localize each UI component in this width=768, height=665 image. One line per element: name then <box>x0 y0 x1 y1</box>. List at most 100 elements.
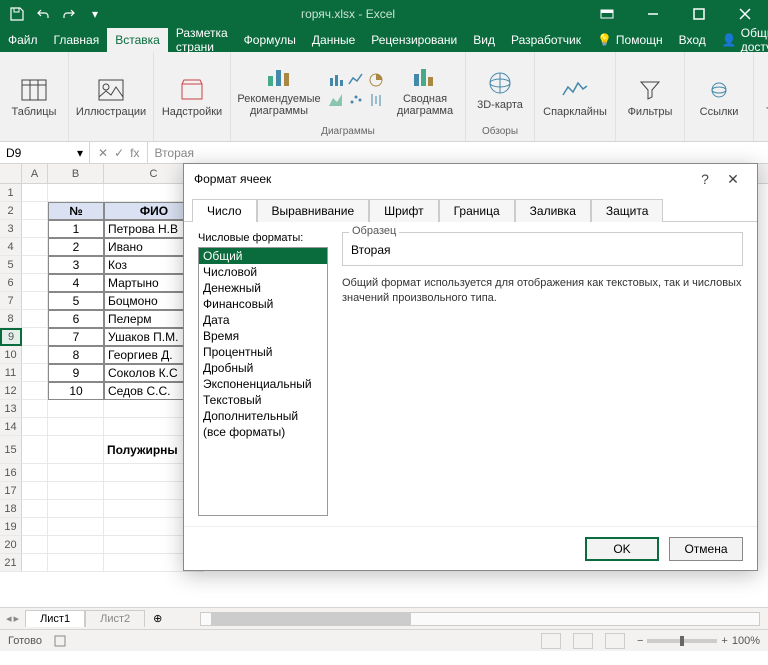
close-icon[interactable] <box>722 0 768 28</box>
cell[interactable] <box>104 554 204 572</box>
cell[interactable] <box>48 518 104 536</box>
row-header[interactable]: 7 <box>0 292 22 310</box>
cell[interactable]: № <box>48 202 104 220</box>
cell[interactable] <box>48 436 104 464</box>
cell[interactable] <box>22 238 48 256</box>
qat-customize-icon[interactable]: ▾ <box>84 3 106 25</box>
col-header-a[interactable]: A <box>22 164 48 183</box>
cell[interactable]: Соколов К.С <box>104 364 204 382</box>
row-header[interactable]: 20 <box>0 536 22 554</box>
name-box[interactable]: D9▾ <box>0 142 90 163</box>
tab-insert[interactable]: Вставка <box>107 28 168 52</box>
cell[interactable]: Ушаков П.М. <box>104 328 204 346</box>
maximize-icon[interactable] <box>676 0 722 28</box>
cell[interactable] <box>22 500 48 518</box>
stock-chart-icon[interactable] <box>367 91 385 109</box>
row-header[interactable]: 18 <box>0 500 22 518</box>
row-header[interactable]: 14 <box>0 418 22 436</box>
undo-icon[interactable] <box>32 3 54 25</box>
cell[interactable] <box>22 220 48 238</box>
filters-button[interactable]: Фильтры <box>622 76 678 118</box>
horizontal-scrollbar[interactable] <box>200 612 760 626</box>
cell[interactable] <box>104 536 204 554</box>
cell[interactable]: 1 <box>48 220 104 238</box>
cell[interactable] <box>48 400 104 418</box>
tab-data[interactable]: Данные <box>304 28 363 52</box>
cell[interactable] <box>22 364 48 382</box>
addins-button[interactable]: Надстройки <box>160 76 224 118</box>
cell[interactable]: 9 <box>48 364 104 382</box>
tab-file[interactable]: Файл <box>0 28 46 52</box>
pie-chart-icon[interactable] <box>367 71 385 89</box>
page-break-view-icon[interactable] <box>605 633 625 649</box>
tell-me[interactable]: 💡Помощн <box>589 28 671 52</box>
cell[interactable]: 8 <box>48 346 104 364</box>
row-header[interactable]: 11 <box>0 364 22 382</box>
col-header-c[interactable]: C <box>104 164 204 183</box>
line-chart-icon[interactable] <box>347 71 365 89</box>
cell[interactable] <box>48 554 104 572</box>
cell[interactable] <box>22 346 48 364</box>
cell[interactable]: Седов С.С. <box>104 382 204 400</box>
area-chart-icon[interactable] <box>327 91 345 109</box>
bar-chart-icon[interactable] <box>327 71 345 89</box>
pivot-chart-button[interactable]: Сводная диаграмма <box>391 63 459 117</box>
sheet-tab-2[interactable]: Лист2 <box>85 610 145 627</box>
row-header[interactable]: 4 <box>0 238 22 256</box>
tab-developer[interactable]: Разработчик <box>503 28 589 52</box>
cell[interactable]: 2 <box>48 238 104 256</box>
cell[interactable] <box>22 256 48 274</box>
cell[interactable]: 4 <box>48 274 104 292</box>
cell[interactable] <box>48 500 104 518</box>
next-sheet-icon[interactable]: ▸ <box>14 612 20 625</box>
row-header[interactable]: 19 <box>0 518 22 536</box>
text-button[interactable]: AТекст <box>760 76 768 118</box>
cell[interactable] <box>104 464 204 482</box>
zoom-out-icon[interactable]: − <box>637 635 643 647</box>
links-button[interactable]: Ссылки <box>691 76 747 118</box>
save-icon[interactable] <box>6 3 28 25</box>
tab-formulas[interactable]: Формулы <box>236 28 304 52</box>
tab-view[interactable]: Вид <box>465 28 503 52</box>
cell[interactable]: 5 <box>48 292 104 310</box>
row-header[interactable]: 2 <box>0 202 22 220</box>
cell[interactable] <box>104 418 204 436</box>
page-layout-view-icon[interactable] <box>573 633 593 649</box>
cell[interactable] <box>22 518 48 536</box>
cell[interactable]: 3 <box>48 256 104 274</box>
scatter-chart-icon[interactable] <box>347 91 365 109</box>
recommended-charts-button[interactable]: Рекомендуемые диаграммы <box>237 63 321 117</box>
cell[interactable]: Боцмоно <box>104 292 204 310</box>
cell[interactable] <box>22 382 48 400</box>
cell[interactable]: Полужирны <box>104 436 204 464</box>
tab-page-layout[interactable]: Разметка страни <box>168 28 236 52</box>
cell[interactable] <box>104 518 204 536</box>
row-header[interactable]: 6 <box>0 274 22 292</box>
normal-view-icon[interactable] <box>541 633 561 649</box>
cell[interactable]: Пелерм <box>104 310 204 328</box>
row-header[interactable]: 21 <box>0 554 22 572</box>
row-header[interactable]: 3 <box>0 220 22 238</box>
row-header[interactable]: 17 <box>0 482 22 500</box>
cell[interactable] <box>22 536 48 554</box>
row-header[interactable]: 15 <box>0 436 22 464</box>
formula-input[interactable]: Вторая <box>148 142 768 163</box>
cell[interactable]: Коз <box>104 256 204 274</box>
cell[interactable] <box>48 184 104 202</box>
cell[interactable]: 7 <box>48 328 104 346</box>
cell[interactable] <box>22 436 48 464</box>
select-all-corner[interactable] <box>0 164 22 183</box>
row-header[interactable]: 10 <box>0 346 22 364</box>
cell[interactable] <box>22 464 48 482</box>
sparklines-button[interactable]: Спарклайны <box>541 76 609 118</box>
cell[interactable]: 10 <box>48 382 104 400</box>
redo-icon[interactable] <box>58 3 80 25</box>
cell[interactable] <box>48 536 104 554</box>
cancel-formula-icon[interactable]: ✕ <box>98 146 108 160</box>
cell[interactable]: ФИО <box>104 202 204 220</box>
cell[interactable] <box>22 274 48 292</box>
cell[interactable] <box>22 554 48 572</box>
ribbon-options-icon[interactable] <box>584 0 630 28</box>
sign-in[interactable]: Вход <box>671 28 714 52</box>
cell[interactable] <box>104 184 204 202</box>
